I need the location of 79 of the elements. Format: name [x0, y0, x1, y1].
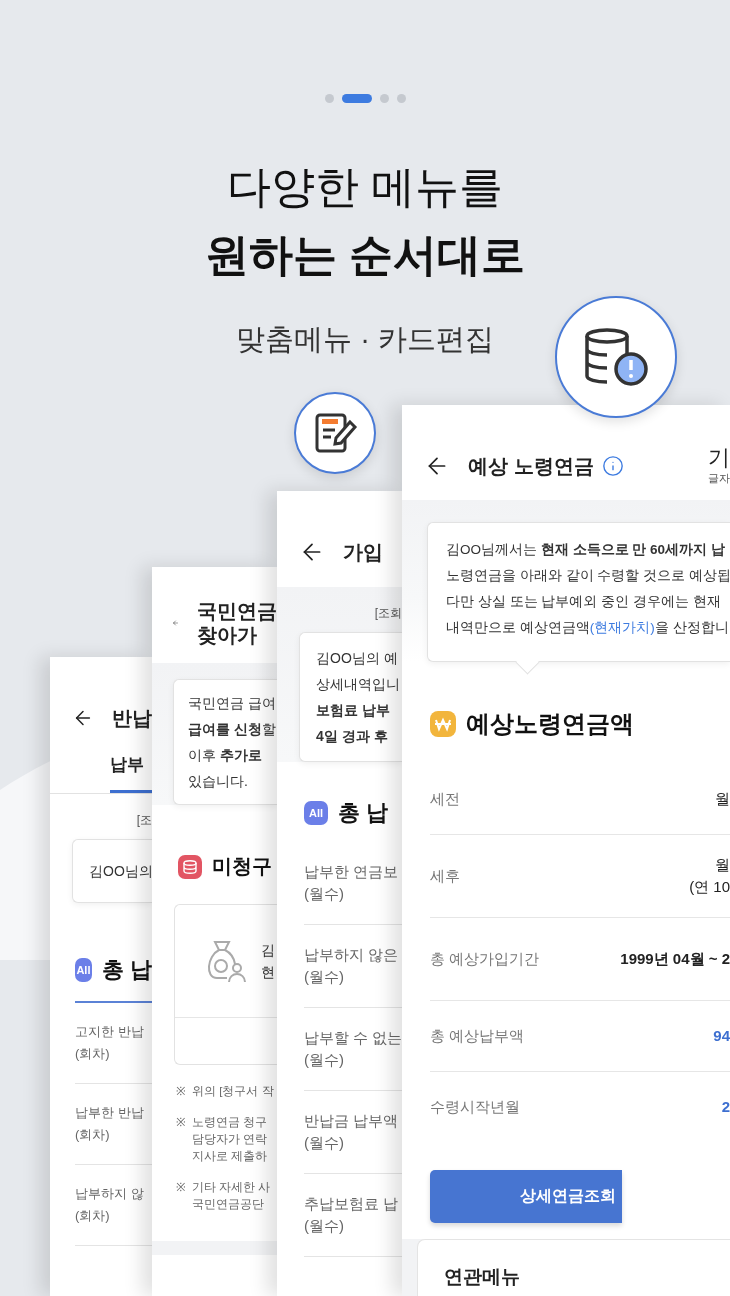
- row-value: (연 10: [689, 877, 730, 897]
- row-label: 납부할 수 없는: [304, 1028, 402, 1048]
- screen-title: 국민연금: [197, 599, 277, 623]
- info-icon[interactable]: [601, 454, 624, 477]
- row-label: 납부한 연금보: [304, 862, 400, 882]
- row-value: 2: [721, 1097, 730, 1117]
- pension-detail-button[interactable]: 상세연금조회: [430, 1170, 622, 1223]
- info-text: 상세내역입니: [316, 675, 401, 694]
- row-unit: (월수): [304, 1050, 345, 1070]
- page-dot[interactable]: [396, 94, 406, 103]
- row-label: 납부하지 않: [75, 1185, 145, 1203]
- all-badge: All: [304, 801, 328, 825]
- related-menu-title: 연관메뉴: [444, 1265, 521, 1289]
- row-label: 총 예상납부액: [430, 1026, 525, 1046]
- section-title: 총 납: [101, 956, 152, 984]
- info-text: 있습니다.: [188, 772, 249, 791]
- info-text: 4일 경과 후: [316, 727, 389, 746]
- info-text: 이후 추가로: [188, 746, 263, 765]
- font-size-caption: 글자: [708, 471, 730, 486]
- row-value: 94: [713, 1026, 730, 1046]
- font-size-label[interactable]: 기: [708, 445, 730, 471]
- claim-text: 현: [261, 963, 275, 982]
- row-unit: (월수): [304, 967, 345, 987]
- headline: 다양한 메뉴를: [226, 161, 504, 213]
- database-alert-icon: [583, 327, 649, 387]
- coins-icon: [178, 854, 202, 879]
- page-dot[interactable]: [379, 94, 389, 103]
- screen-title: 예상 노령연금: [468, 453, 594, 478]
- query-date: [조회: [374, 605, 402, 622]
- row-unit: (회차): [75, 1045, 111, 1063]
- note-mark: ※: [176, 1084, 186, 1099]
- row-unit: (월수): [304, 1216, 345, 1236]
- row-value: 1999년 04월 ~ 2: [620, 949, 730, 969]
- row-label: 납부한 반납: [75, 1104, 145, 1122]
- note-text: 위의 [청구서 작: [192, 1084, 274, 1099]
- row-unit: (회차): [75, 1207, 111, 1225]
- all-badge: All: [75, 958, 92, 982]
- info-text: 김OO님의 예: [316, 649, 399, 668]
- info-text: 국민연금 급여: [188, 694, 277, 713]
- headline: 원하는 순서대로: [204, 229, 526, 281]
- row-value: 월: [715, 855, 730, 875]
- section-title: 예상노령연금액: [466, 709, 634, 739]
- note-text: 노령연금 청구: [192, 1115, 268, 1130]
- info-text: 노령연금을 아래와 같이 수령할 것으로 예상됩: [446, 567, 730, 585]
- info-text: 김OO님의: [89, 862, 152, 881]
- row-label: 추납보험료 납: [304, 1194, 400, 1214]
- info-text: 다만 상실 또는 납부예외 중인 경우에는 현재: [446, 593, 722, 611]
- query-date: [조: [136, 812, 152, 829]
- info-text: 내역만으로 예상연금액(현재가치)을 산정합니: [446, 619, 730, 637]
- claim-text: 김: [261, 941, 275, 960]
- row-unit: (월수): [304, 1133, 345, 1153]
- row-label: 총 예상가입기간: [430, 949, 540, 969]
- note-text: 담당자가 연락: [192, 1132, 268, 1147]
- present-value-link[interactable]: (현재가치): [589, 620, 655, 635]
- screen-title: 반납: [112, 706, 152, 730]
- row-unit: (회차): [75, 1126, 111, 1144]
- row-label: 수령시작년월: [430, 1097, 520, 1117]
- note-mark: ※: [176, 1180, 186, 1195]
- won-coin-icon: [430, 711, 456, 737]
- row-label: 세전: [430, 789, 460, 809]
- row-unit: (월수): [304, 884, 345, 904]
- screen-title: 찾아가: [197, 623, 258, 647]
- section-title: 총 납: [338, 799, 389, 827]
- screen-title: 가입: [343, 540, 383, 564]
- row-label: 세후: [430, 866, 460, 886]
- note-mark: ※: [176, 1115, 186, 1130]
- note-text: 국민연금공단: [192, 1197, 265, 1212]
- info-text: 김OO님께서는 현재 소득으로 만 60세까지 납: [446, 541, 726, 559]
- subtitle: 맞춤메뉴 · 카드편집: [236, 322, 494, 357]
- info-text: 급여를 신청할: [188, 720, 277, 739]
- row-label: 납부하지 않은: [304, 945, 400, 965]
- note-text: 지사로 제출하: [192, 1149, 268, 1164]
- row-label: 고지한 반납: [75, 1023, 145, 1041]
- note-text: 기타 자세한 사: [192, 1180, 271, 1195]
- section-title: 미청구: [212, 854, 272, 879]
- info-text: 보험료 납부: [316, 701, 391, 720]
- row-value: 월: [715, 789, 730, 809]
- page-dot[interactable]: [324, 94, 334, 103]
- row-label: 반납금 납부액: [304, 1111, 400, 1131]
